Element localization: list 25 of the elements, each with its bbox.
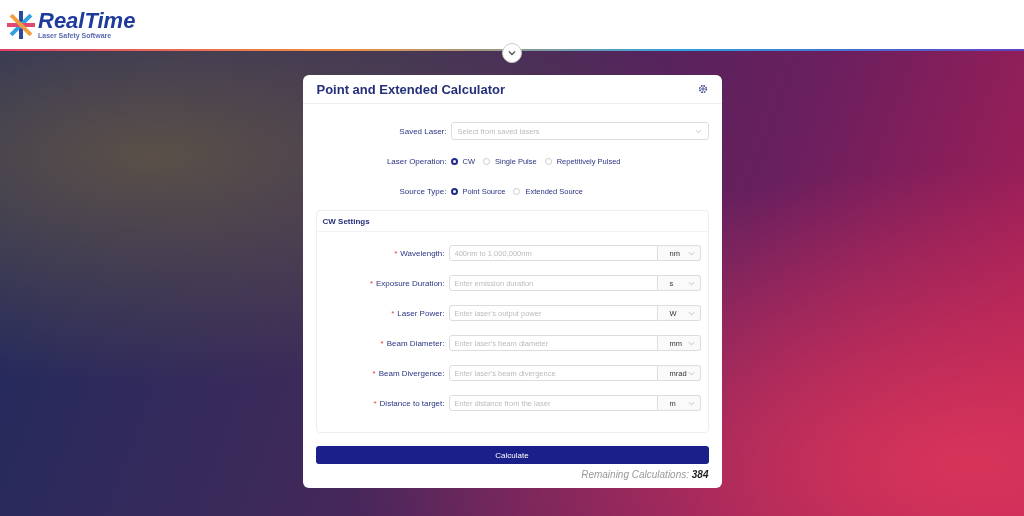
section-title: CW Settings <box>316 211 708 232</box>
settings-icon[interactable] <box>697 84 708 94</box>
field-label: * Wavelength: <box>393 248 446 258</box>
field-label: * Laser Power: <box>390 308 446 318</box>
field-label: * Beam Diameter: <box>379 338 446 348</box>
caret-icon <box>687 400 695 406</box>
field-label: * Distance to target: <box>372 398 446 408</box>
field-label: * Exposure Duration: <box>368 278 446 288</box>
caret-icon <box>687 250 695 256</box>
caret-icon <box>687 340 695 346</box>
caret-icon <box>687 310 695 316</box>
card-title: Point and Extended Calculator <box>316 81 506 97</box>
caret-icon <box>694 128 702 134</box>
field-label: * Beam Divergence: <box>371 368 446 378</box>
field-label: Laser Operation: <box>385 156 448 166</box>
chevron-icon <box>508 50 516 56</box>
calculate-button[interactable]: Calculate <box>315 446 709 464</box>
expand-button[interactable] <box>502 43 522 63</box>
field-label: Source Type: <box>398 186 448 196</box>
caret-icon <box>687 280 695 286</box>
remaining-calculations: Remaining Calculations: 384 <box>580 469 709 480</box>
logo-name: RealTime <box>38 10 136 32</box>
logo-icon <box>6 9 36 40</box>
field-label: Saved Laser: <box>398 126 448 136</box>
caret-icon <box>687 370 695 376</box>
